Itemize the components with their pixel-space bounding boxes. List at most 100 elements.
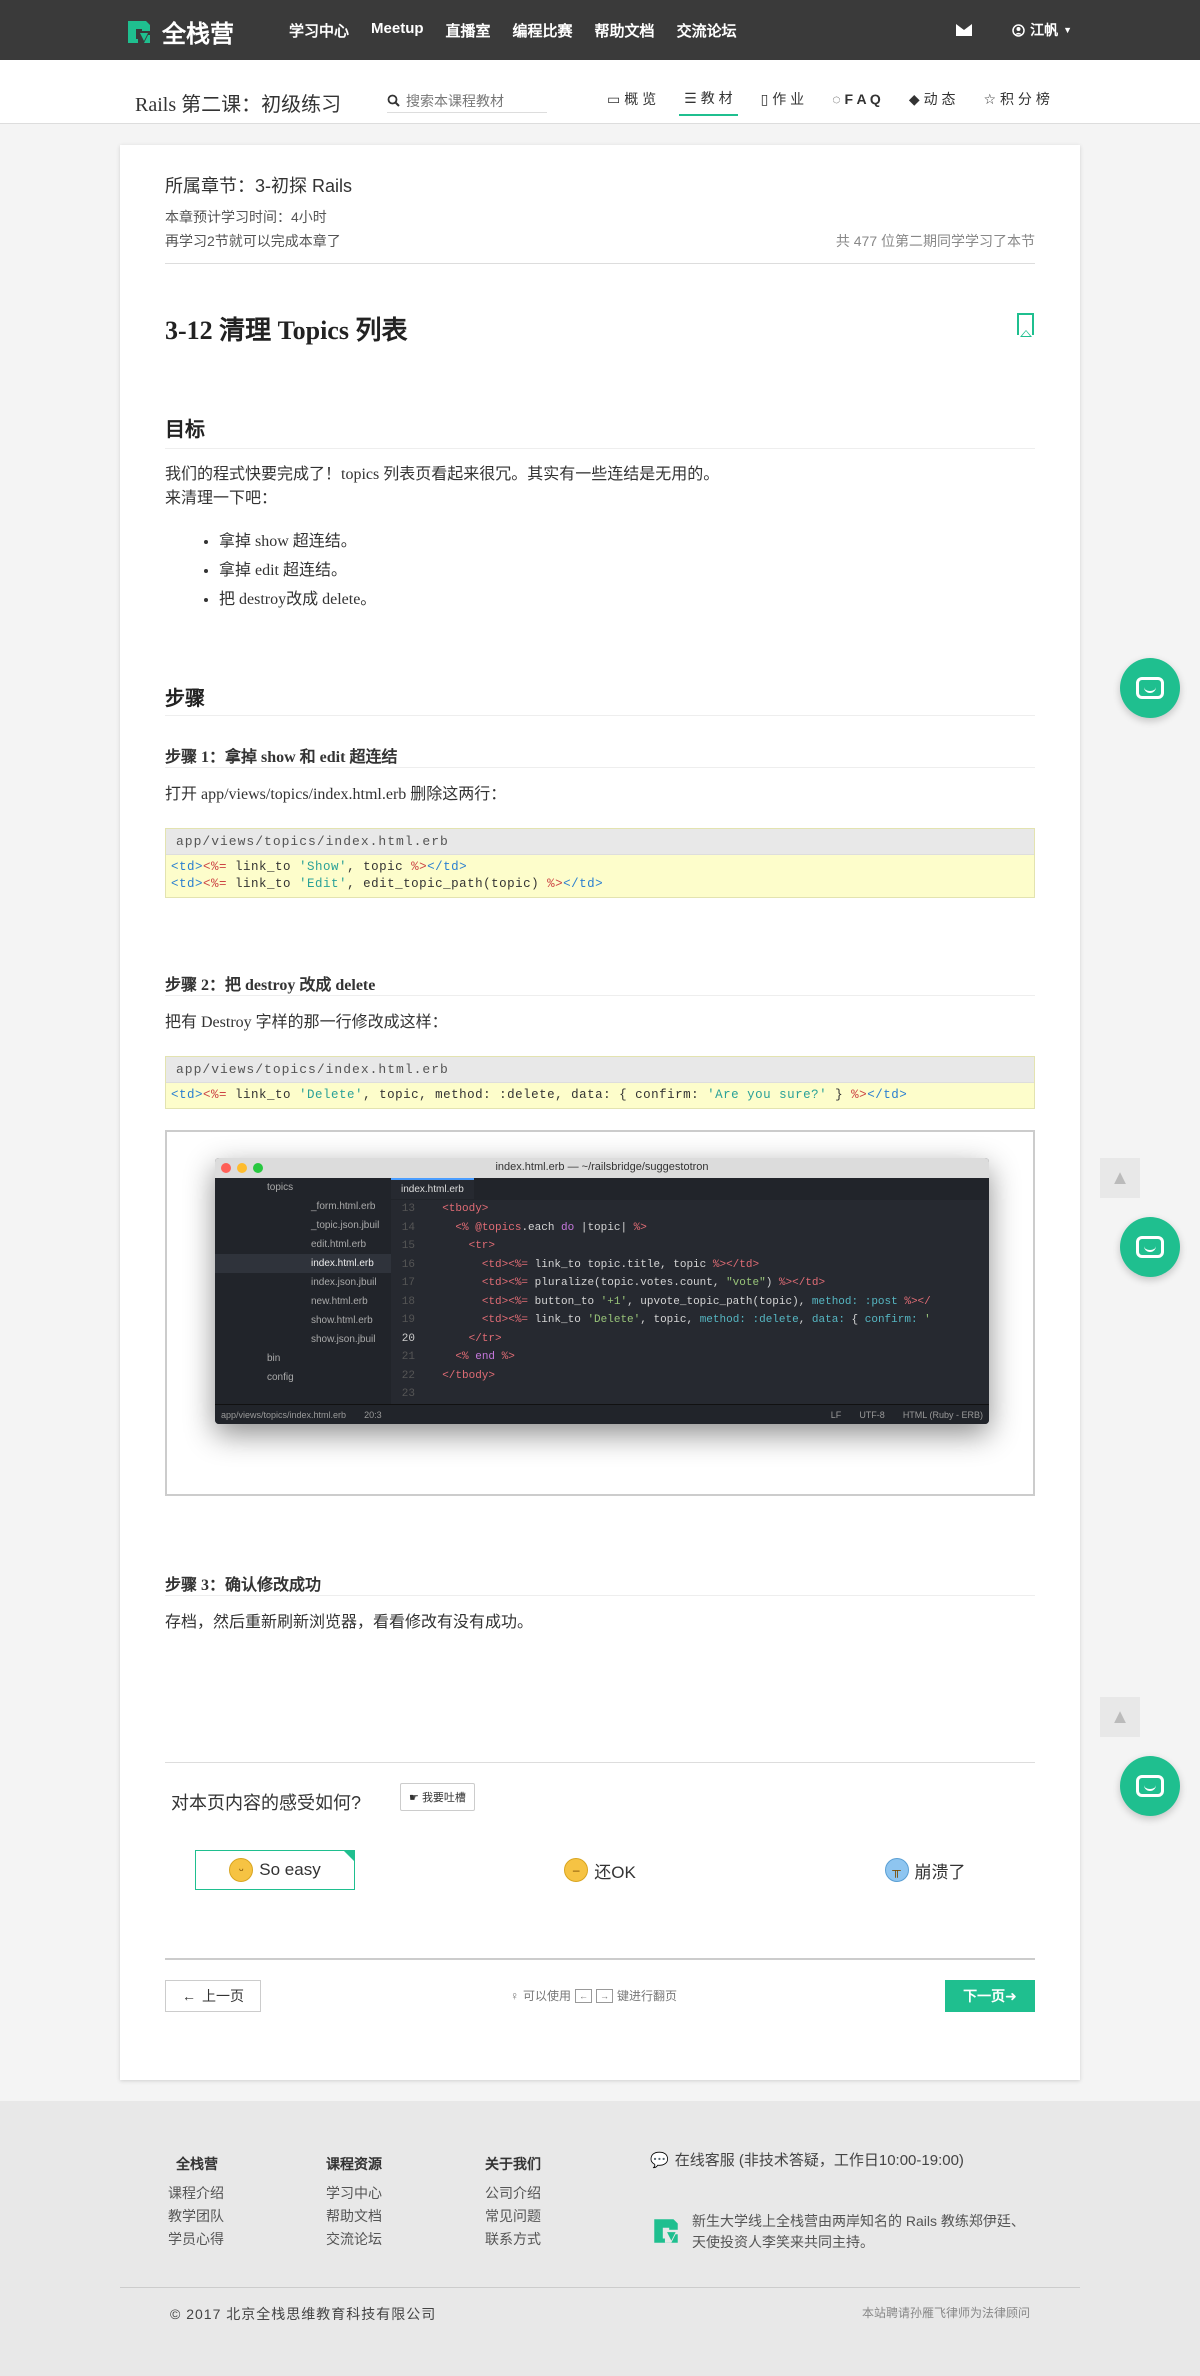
file-item: edit.html.erb [311,1239,367,1250]
footer-link[interactable]: 学员心得 [168,2228,224,2251]
nav-link-docs[interactable]: 帮助文档 [595,20,655,41]
file-item: _topic.json.jbuil [311,1220,380,1231]
service-label: 在线客服 (非技术答疑，工作日10:00-19:00) [674,2152,964,2169]
divider [165,995,1035,996]
tab-activity[interactable]: ◆ 动 态 [904,88,961,116]
chat-widget-button[interactable] [1120,1756,1180,1816]
status-lf: LF [830,1409,842,1420]
footer-link[interactable]: 交流论坛 [326,2228,382,2251]
chat-bubble-icon [1136,677,1164,699]
step1-text: 打开 app/views/topics/index.html.erb 删除这两行… [165,786,507,803]
tab-leaderboard[interactable]: ☆ 积 分 榜 [978,88,1054,116]
file-icon: ▯ [760,90,769,107]
chapter-label: 所属章节：3-初探 Rails [165,176,353,196]
chat-bubble-icon [1136,1236,1164,1258]
divider [165,767,1035,768]
editor-titlebar: index.html.erb — ~/railsbridge/suggestot… [215,1158,989,1178]
footer-link[interactable]: 课程介绍 [168,2182,224,2205]
prev-page-label: 上一页 [202,1988,244,2004]
line-number: 21 [401,1351,415,1363]
line-number: 18 [401,1295,415,1308]
line-number: 13 [401,1203,415,1215]
star-icon: ☆ [983,90,997,107]
bookmark-icon[interactable] [1017,313,1034,337]
footer-link[interactable]: 学习中心 [326,2182,382,2205]
chat-widget-button[interactable] [1120,1217,1180,1277]
line-number: 22 [401,1369,415,1382]
nav-link-learning[interactable]: 学习中心 [289,20,349,41]
brand-logo[interactable]: 全栈营 [124,14,234,49]
footer-col-about: 关于我们 公司介绍 常见问题 联系方式 [485,2153,541,2251]
course-title: Rails 第二课：初级练习 [135,94,342,116]
complain-button-label: 我要吐槽 [421,1792,466,1804]
chat-widget-button[interactable] [1120,658,1180,718]
course-search-input[interactable]: 搜索本课程教材 [387,89,547,113]
tab-activity-label: 动 态 [923,91,956,107]
tab-leaderboard-label: 积 分 榜 [1000,91,1050,107]
footer-col-title: 关于我们 [485,2156,541,2172]
divider [165,1595,1035,1596]
feedback-option-ok[interactable]: – 还OK [520,1850,680,1890]
tab-overview[interactable]: ▭ 概 览 [602,88,661,116]
nav-link-contest[interactable]: 编程比赛 [513,20,573,41]
tab-overview-label: 概 览 [624,91,657,107]
divider [165,1958,1035,1960]
divider [165,1762,1035,1763]
arrow-up-icon: ▲ [1110,1166,1130,1189]
right-key-icon: → [596,1988,614,2003]
tab-homework-label: 作 业 [772,91,805,107]
description-text: 新生大学线上全栈营由两岸知名的 Rails 教练郑伊廷、天使投资人李笑来共同主持… [692,2213,1025,2250]
divider [165,448,1035,449]
scroll-top-button[interactable]: ▲ [1100,1158,1140,1198]
folder-item: config [267,1372,294,1383]
footer-link[interactable]: 公司介绍 [485,2182,541,2205]
next-page-label: 下一页 [963,1988,1006,2004]
scroll-top-button[interactable]: ▲ [1100,1697,1140,1737]
editor-window: index.html.erb — ~/railsbridge/suggestot… [215,1158,989,1424]
footer-link[interactable]: 联系方式 [485,2228,541,2251]
chevron-down-icon: ▼ [1063,25,1072,35]
next-page-button[interactable]: 下一页 ➜ [945,1980,1035,2012]
file-item: index.json.jbuil [311,1277,377,1288]
top-navbar: 全栈营 学习中心 Meetup 直播室 编程比赛 帮助文档 交流论坛 江帆 ▼ [0,0,1200,60]
editor-pane: index.html.erb 13 <tbody> 14 <% @topics.… [391,1178,989,1404]
footer-link[interactable]: 帮助文档 [326,2205,382,2228]
mail-icon[interactable] [956,24,973,36]
study-time: 本章预计学习时间：4小时 [165,209,327,225]
nav-link-live[interactable]: 直播室 [446,20,491,41]
tab-faq[interactable]: ◌ F A Q [827,88,886,116]
tab-faq-label: F A Q [844,91,881,107]
step3-heading: 步骤 3：确认修改成功 [165,1577,322,1594]
logo-icon [654,2219,678,2243]
line-number: 20 [401,1332,415,1345]
footer-col-camp: 全栈营 课程介绍 教学团队 学员心得 [168,2153,224,2251]
footer-link[interactable]: 教学团队 [168,2205,224,2228]
hand-icon: ☛ [409,1792,419,1804]
code-block-2: app/views/topics/index.html.erb <td><%= … [165,1056,1035,1109]
hint-before: 可以使用 [523,1989,572,2003]
tab-materials-label: 教 材 [700,90,733,106]
feedback-option-easy[interactable]: ᵕ So easy [195,1850,355,1890]
chat-bubble-icon [1136,1775,1164,1797]
user-menu[interactable]: 江帆 ▼ [1012,20,1072,40]
feedback-option-crash[interactable]: ╥ 崩溃了 [845,1850,1005,1890]
code-body: <td><%= link_to 'Show', topic %></td> <t… [166,855,1034,897]
tab-homework[interactable]: ▯ 作 业 [756,88,810,116]
status-position: 20:3 [364,1409,382,1420]
steps-heading: 步骤 [165,688,205,710]
search-icon [387,94,400,107]
nav-link-meetup[interactable]: Meetup [371,20,424,41]
tab-materials[interactable]: ☰ 教 材 [679,88,738,116]
footer: 全栈营 课程介绍 教学团队 学员心得 课程资源 学习中心 帮助文档 交流论坛 关… [0,2101,1200,2376]
nav-link-forum[interactable]: 交流论坛 [677,20,737,41]
footer-link[interactable]: 常见问题 [485,2205,541,2228]
prev-page-button[interactable]: ← 上一页 [165,1980,261,2012]
hint-after: 键进行翻页 [617,1989,678,2003]
lightbulb-icon: ♀ [510,1988,519,2003]
complain-button[interactable]: ☛ 我要吐槽 [400,1783,475,1811]
left-key-icon: ← [575,1988,593,2003]
monitor-icon: ▭ [607,90,621,107]
editor-tab-label: index.html.erb [391,1178,474,1199]
file-item: show.json.jbuil [311,1334,376,1345]
customer-service[interactable]: 💬 在线客服 (非技术答疑，工作日10:00-19:00) [650,2149,964,2170]
